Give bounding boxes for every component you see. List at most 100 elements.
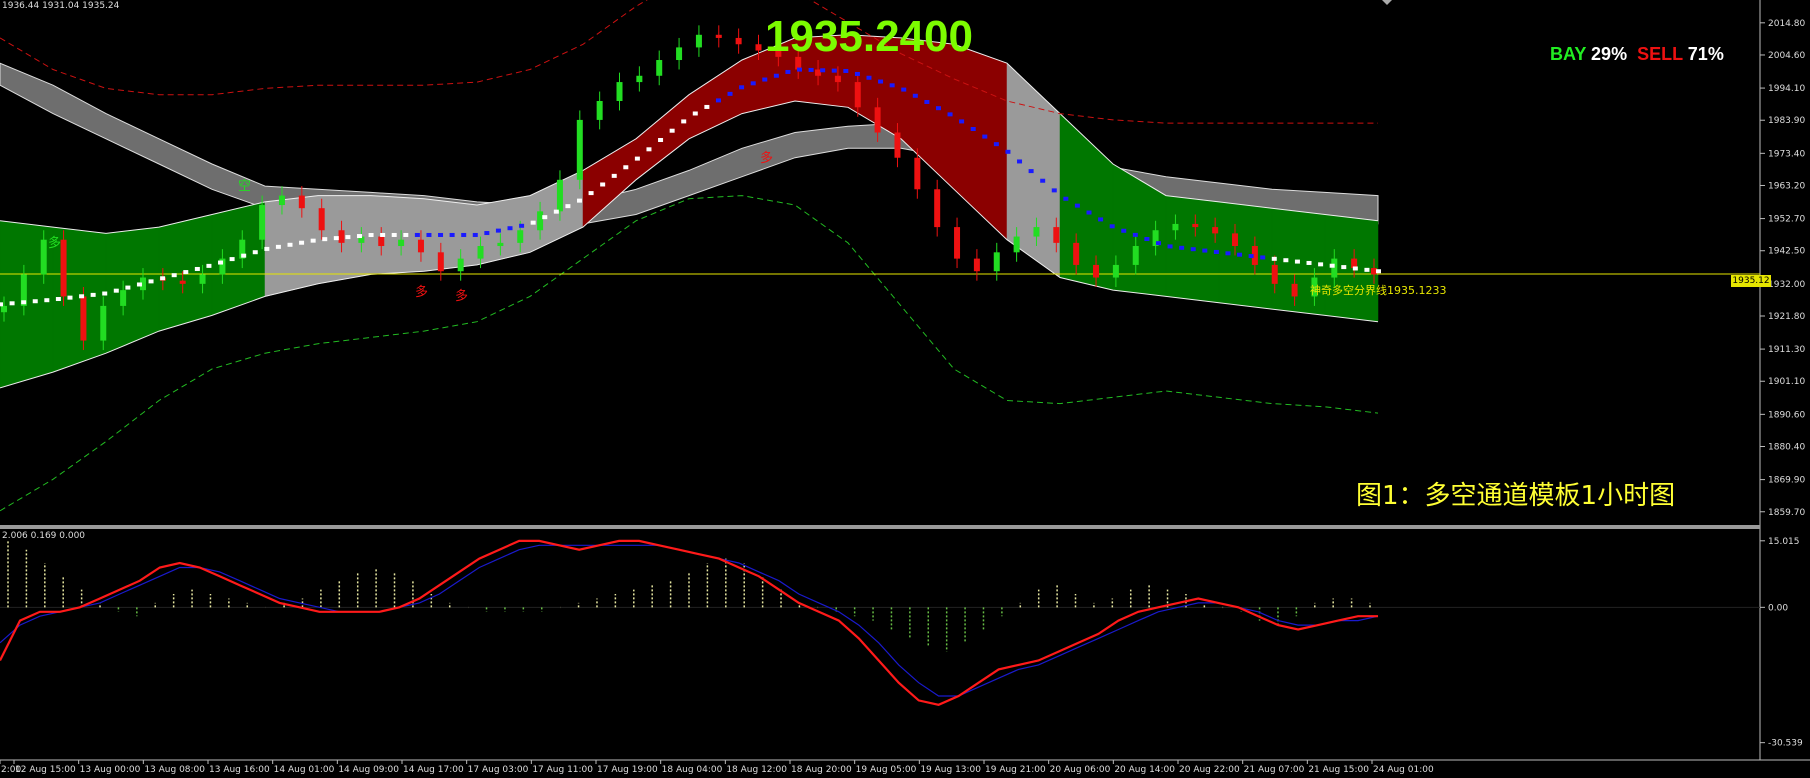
candle-body (517, 230, 524, 243)
candle-body (1212, 227, 1219, 234)
trend-dot (368, 233, 374, 238)
trend-dot (55, 297, 61, 302)
trend-dot (507, 226, 513, 231)
trend-dot (1167, 244, 1173, 249)
time-tick-label: 14 Aug 09:00 (338, 765, 399, 775)
trend-dot (113, 288, 119, 293)
candle-body (80, 296, 87, 341)
trend-dot (1283, 258, 1289, 263)
candle-body (477, 246, 484, 259)
time-tick-label: 19 Aug 05:00 (856, 765, 917, 775)
candle-body (40, 239, 47, 275)
trend-dot (982, 134, 988, 139)
candle-body (973, 258, 980, 272)
trend-dot (299, 240, 305, 245)
trend-dot (345, 235, 351, 240)
sell-percent: 71% (1687, 44, 1724, 64)
candle-body (874, 107, 881, 133)
trend-dot (90, 292, 96, 297)
trend-dot (125, 285, 131, 290)
trend-dot (229, 257, 235, 262)
candle-body (1033, 227, 1040, 237)
trend-dot (275, 244, 281, 249)
candle-body (100, 305, 107, 341)
trend-dot (322, 237, 328, 242)
trend-dot (1086, 210, 1092, 215)
trend-dot (67, 295, 73, 300)
candle-body (378, 236, 385, 247)
time-tick-label: 18 Aug 12:00 (726, 765, 787, 775)
trend-dot (472, 232, 478, 237)
time-tick-label: 17 Aug 11:00 (532, 765, 593, 775)
price-tick-label: 1859.70 (1768, 508, 1805, 518)
trend-dot (1294, 259, 1300, 264)
trend-dot (426, 232, 432, 237)
trend-dot (1260, 255, 1266, 260)
trend-dot (414, 232, 420, 237)
price-tick-label: 1901.10 (1768, 377, 1805, 387)
time-tick-label: 17 Aug 19:00 (597, 765, 658, 775)
time-tick-label: 20 Aug 14:00 (1114, 765, 1175, 775)
trend-dot (1063, 196, 1069, 201)
price-tick-label: 1932.00 (1768, 280, 1805, 290)
candle-body (1232, 233, 1239, 247)
trend-dot (380, 232, 386, 237)
candle-body (199, 274, 206, 284)
price-tick-label: 1963.20 (1768, 181, 1805, 191)
oscillator-values: 2.006 0.169 0.000 (2, 531, 86, 541)
trend-dot (0, 302, 3, 307)
candle-body (834, 75, 841, 83)
bay-percent: 29% (1591, 44, 1628, 64)
chart-shift-icon[interactable] (1382, 0, 1392, 5)
channel-segment (635, 94, 690, 181)
trend-dot (1155, 241, 1161, 246)
candle-body (576, 119, 583, 180)
candle-body (398, 239, 405, 247)
candle-body (695, 34, 702, 48)
trend-dot (1318, 262, 1324, 267)
candle-body (497, 242, 504, 247)
candle-body (1093, 264, 1100, 278)
candle-body (259, 205, 266, 240)
oscillator-axis: 15.015 0.00 -30.539 (1760, 537, 1803, 749)
trend-dot (831, 68, 837, 73)
candle-body (934, 189, 941, 228)
trend-dot (264, 246, 270, 251)
candle-body (179, 280, 186, 284)
candle-body (318, 208, 325, 231)
macd-line (0, 539, 1378, 706)
candle-body (437, 252, 444, 272)
trend-dot (727, 91, 733, 96)
trend-dot (287, 242, 293, 247)
ohlc-readout: 1936.44 1931.04 1935.24 (2, 1, 120, 11)
trend-dot (750, 81, 756, 86)
trend-dot (542, 215, 548, 220)
time-tick-label: 18 Aug 20:00 (791, 765, 852, 775)
trend-dot (136, 282, 142, 287)
trend-dot (889, 83, 895, 88)
candle-body (556, 179, 563, 212)
trend-dot (391, 232, 397, 237)
trend-dot (866, 75, 872, 80)
trend-dot (843, 68, 849, 73)
time-tick-label: 13 Aug 00:00 (80, 765, 141, 775)
trend-dot (1109, 224, 1115, 229)
current-price-display: 1935.2400 (765, 12, 973, 61)
signal-marker: 多 (455, 288, 468, 304)
candle-body (298, 195, 305, 209)
candle-body (596, 100, 603, 120)
osc-tick-label: 0.00 (1768, 603, 1788, 613)
trend-dot (530, 220, 536, 225)
candle-body (1, 305, 7, 313)
candle-body (854, 82, 861, 108)
trend-dot (1364, 267, 1370, 272)
time-tick-label: 14 Aug 01:00 (274, 765, 335, 775)
sell-label: SELL (1637, 44, 1683, 64)
trend-dot (79, 294, 85, 299)
price-tick-label: 1880.40 (1768, 443, 1805, 453)
trend-dot (484, 231, 490, 236)
trend-dot (1017, 159, 1023, 164)
trend-dot (797, 67, 803, 72)
trend-dot (588, 191, 594, 196)
trend-dot (495, 228, 501, 233)
